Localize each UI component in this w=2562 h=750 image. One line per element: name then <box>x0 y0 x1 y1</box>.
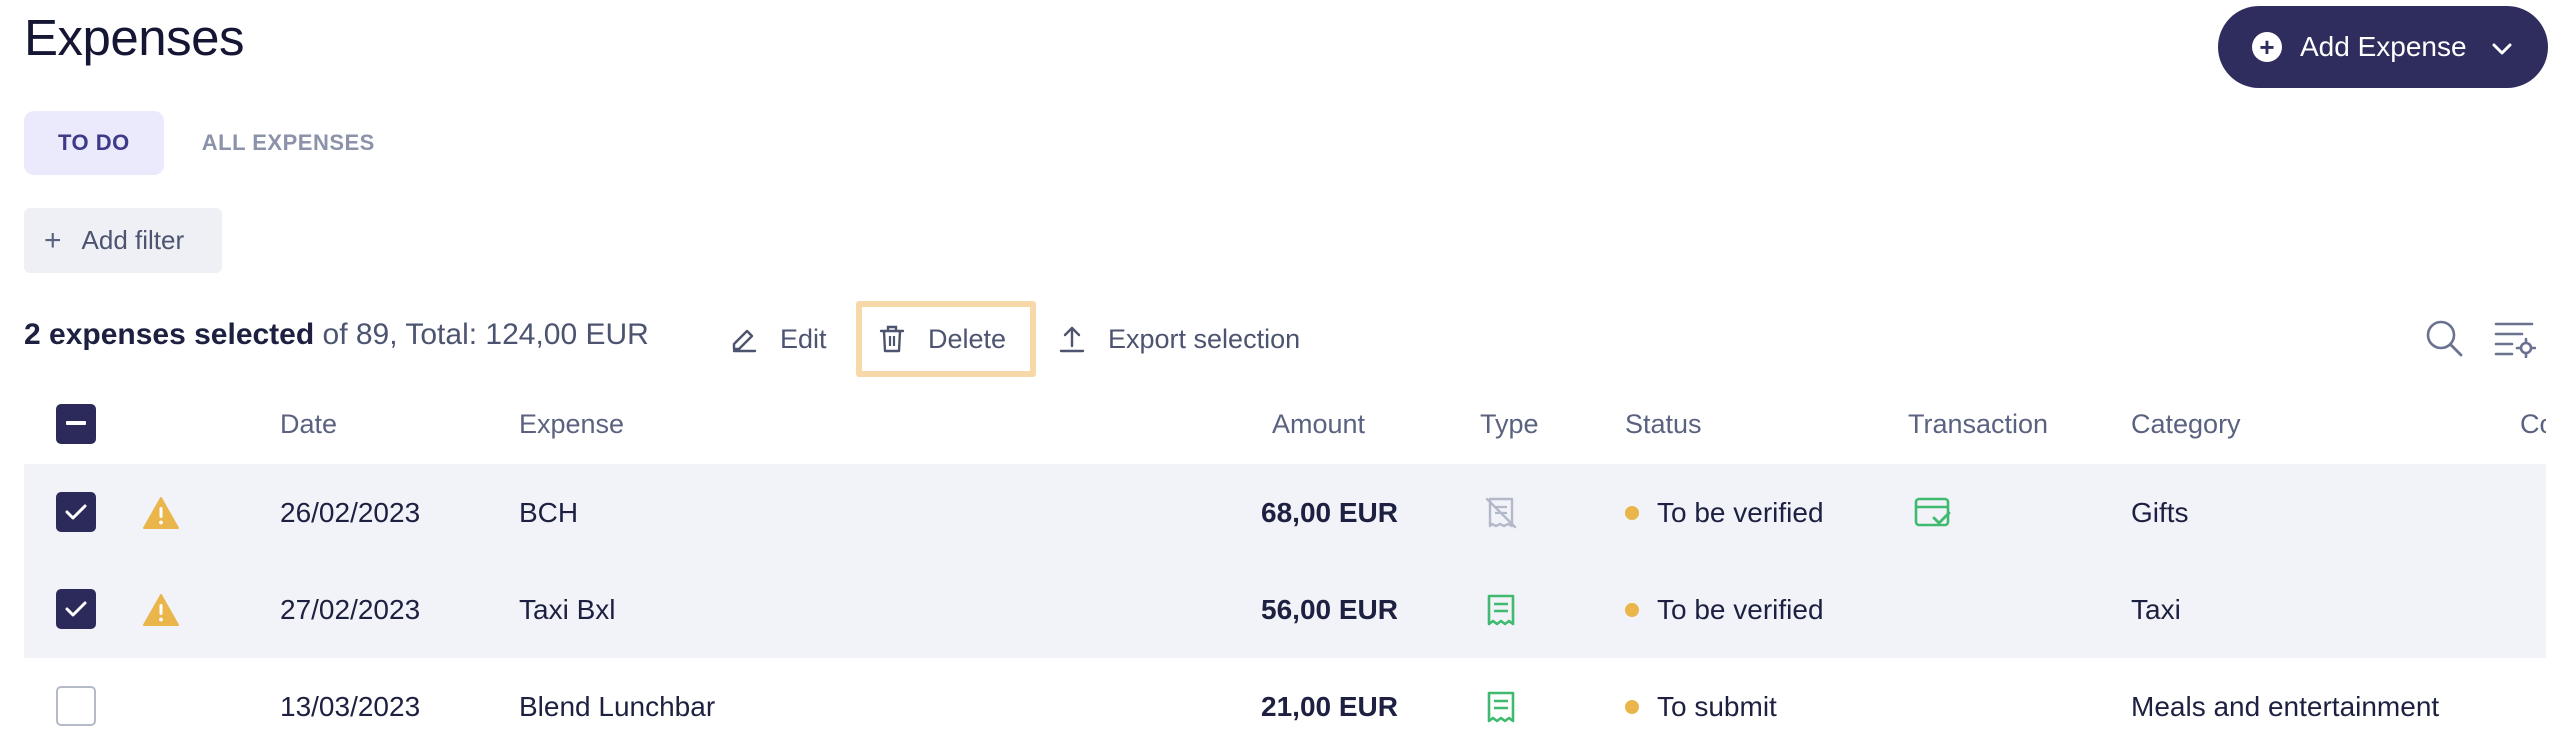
status-dot <box>1625 602 1639 617</box>
selection-total: of 89, Total: 124,00 EUR <box>314 318 649 351</box>
column-settings-icon[interactable] <box>2494 318 2537 363</box>
row-amount: 68,00 EUR <box>1261 496 1398 528</box>
tab-bar: TO DO ALL EXPENSES <box>24 111 383 175</box>
row-expense: BCH <box>519 496 579 528</box>
row-category: Taxi <box>2131 593 2181 625</box>
row-expense: Blend Lunchbar <box>519 690 716 722</box>
row-date: 27/02/2023 <box>280 593 421 625</box>
row-checkbox[interactable] <box>56 686 96 726</box>
status-dot <box>1625 505 1639 520</box>
page-title: Expenses <box>24 9 244 66</box>
row-status-label: To submit <box>1657 690 1777 722</box>
row-amount: 21,00 EUR <box>1261 690 1398 722</box>
row-date: 26/02/2023 <box>280 496 421 528</box>
row-status-label: To be verified <box>1657 593 1824 625</box>
column-header-date[interactable]: Date <box>280 384 337 464</box>
status-dot <box>1625 699 1639 714</box>
chevron-down-icon <box>2491 31 2513 63</box>
row-expense: Taxi Bxl <box>519 593 616 625</box>
table-row[interactable]: 27/02/2023 Taxi Bxl 56,00 EUR To be veri… <box>24 561 2546 658</box>
add-expense-label: Add Expense <box>2300 31 2467 62</box>
trash-icon <box>879 325 905 353</box>
upload-icon <box>1059 326 1085 353</box>
export-selection-label: Export selection <box>1108 323 1301 354</box>
column-header-type[interactable]: Type <box>1480 384 1539 464</box>
row-category: Meals and entertainment <box>2131 690 2440 722</box>
delete-label: Delete <box>928 323 1007 354</box>
transaction-matched-icon[interactable] <box>1914 464 1952 561</box>
plus-circle-icon: + <box>2252 32 2282 62</box>
tab-to-do[interactable]: TO DO <box>24 111 164 175</box>
warning-icon <box>142 561 180 658</box>
column-header-transaction[interactable]: Transaction <box>1908 384 2048 464</box>
row-status-label: To be verified <box>1657 496 1824 528</box>
row-date: 13/03/2023 <box>280 690 421 722</box>
column-header-category[interactable]: Category <box>2131 384 2241 464</box>
row-status: To be verified <box>1625 464 1824 561</box>
edit-button[interactable]: Edit <box>730 303 827 375</box>
row-checkbox[interactable] <box>56 492 96 532</box>
column-header-expense[interactable]: Expense <box>519 384 624 464</box>
table-header: Date Expense Amount Type Status Transact… <box>24 384 2546 464</box>
warning-icon <box>142 464 180 561</box>
search-icon[interactable] <box>2424 318 2464 363</box>
add-filter-button[interactable]: + Add filter <box>24 208 222 273</box>
row-status: To be verified <box>1625 561 1824 658</box>
add-filter-label: Add filter <box>81 225 185 255</box>
selection-summary: 2 expenses selected of 89, Total: 124,00… <box>24 318 649 352</box>
pencil-icon <box>732 329 757 353</box>
delete-button[interactable]: Delete <box>856 301 1036 377</box>
column-header-amount[interactable]: Amount <box>1272 384 1365 464</box>
column-header-status[interactable]: Status <box>1625 384 1702 464</box>
select-all-checkbox[interactable] <box>56 404 96 444</box>
row-amount: 56,00 EUR <box>1261 593 1398 625</box>
table-row[interactable]: 26/02/2023 BCH 68,00 EUR To be verified … <box>24 464 2546 561</box>
row-category: Gifts <box>2131 496 2189 528</box>
receipt-icon <box>1484 561 1518 658</box>
row-checkbox[interactable] <box>56 589 96 629</box>
table-row[interactable]: 13/03/2023 Blend Lunchbar 21,00 EUR To s… <box>24 658 2546 750</box>
selection-count: 2 expenses selected <box>24 318 315 351</box>
column-header-cost-center[interactable]: Co <box>2520 384 2546 464</box>
receipt-icon <box>1484 658 1518 750</box>
row-status: To submit <box>1625 658 1777 750</box>
tab-all-expenses[interactable]: ALL EXPENSES <box>194 111 383 175</box>
edit-label: Edit <box>780 323 827 354</box>
no-receipt-icon <box>1484 464 1518 561</box>
add-expense-button[interactable]: + Add Expense <box>2218 6 2548 88</box>
plus-icon: + <box>44 223 62 257</box>
export-selection-button[interactable]: Export selection <box>1058 303 1300 375</box>
